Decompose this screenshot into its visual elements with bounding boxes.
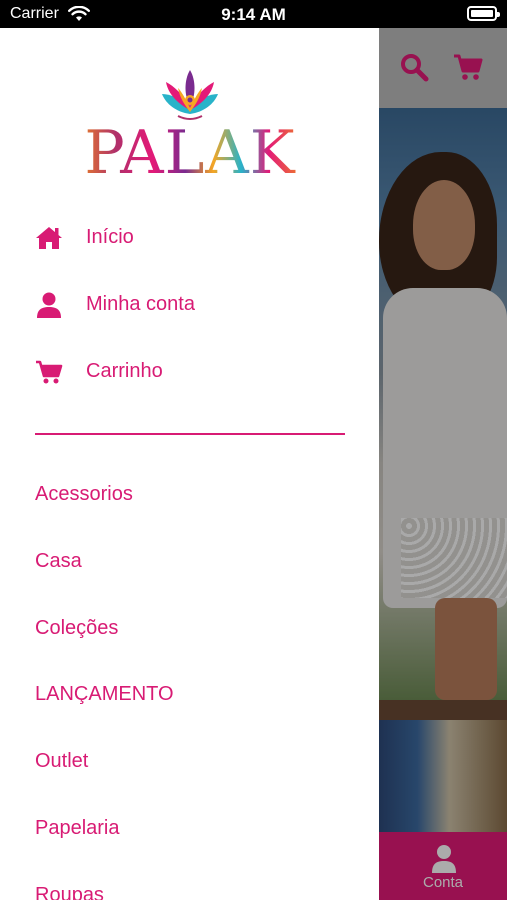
home-icon [36, 227, 62, 249]
category-label: Papelaria [35, 817, 120, 839]
battery-icon [467, 6, 500, 21]
category-acessorios[interactable]: Acessorios [0, 471, 379, 519]
menu-item-inicio[interactable]: Início [0, 213, 379, 263]
menu-divider [35, 433, 345, 435]
app-screen: Carrier 9:14 AM Conta PALAK Início Minha… [0, 0, 507, 900]
logo-wordmark: PALAK [74, 120, 306, 186]
background-app[interactable]: Conta [379, 28, 507, 900]
category-papelaria[interactable]: Papelaria [0, 805, 379, 853]
side-drawer: PALAK Início Minha conta Carrinho Acesso… [0, 28, 379, 900]
palak-logo: PALAK [74, 66, 306, 192]
menu-item-label: Minha conta [86, 293, 195, 315]
user-icon [37, 292, 61, 318]
category-lancamento[interactable]: LANÇAMENTO [0, 671, 379, 719]
category-outlet[interactable]: Outlet [0, 738, 379, 786]
category-casa[interactable]: Casa [0, 538, 379, 586]
menu-item-label: Início [86, 226, 134, 248]
dim-overlay[interactable] [379, 28, 507, 900]
category-colecoes[interactable]: Coleções [0, 605, 379, 653]
category-label: Roupas [35, 884, 104, 900]
menu-item-carrinho[interactable]: Carrinho [0, 347, 379, 397]
clock: 9:14 AM [221, 5, 286, 24]
category-label: Casa [35, 550, 82, 572]
category-label: Acessorios [35, 483, 133, 505]
category-label: Coleções [35, 617, 119, 639]
cart-icon [36, 360, 63, 384]
category-label: Outlet [35, 750, 89, 772]
menu-item-minha-conta[interactable]: Minha conta [0, 280, 379, 330]
lotus-icon [162, 70, 218, 120]
status-bar: Carrier 9:14 AM [0, 0, 507, 28]
category-label: LANÇAMENTO [35, 683, 174, 705]
category-roupas[interactable]: Roupas [0, 872, 379, 900]
menu-item-label: Carrinho [86, 360, 163, 382]
